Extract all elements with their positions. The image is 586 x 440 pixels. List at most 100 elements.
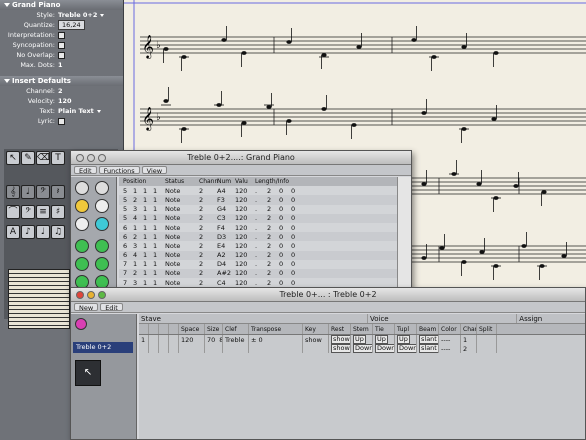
event-list-body[interactable]: 5 1 1 1 Note 2 A4 120. 2 0 0 5 2 1 1 Note 2 F3 120. 2 0 0 5 3 1 1… (119, 186, 397, 288)
table-cell[interactable]: 0 (291, 260, 303, 268)
table-cell[interactable]: 1 (153, 242, 165, 250)
table-cell[interactable]: 1 (153, 269, 165, 277)
column-header[interactable] (169, 324, 179, 334)
table-row[interactable]: 5 4 1 1 Note 2 C3 120. 2 0 0 (119, 214, 397, 223)
space-value[interactable]: 120 (181, 336, 193, 344)
table-row[interactable]: 7 3 1 1 Note 2 C4 120. 2 0 0 (119, 278, 397, 288)
table-cell[interactable]: 2 (267, 279, 279, 287)
table-cell[interactable]: A2 (217, 251, 235, 259)
table-cell[interactable]: 3 (133, 242, 143, 250)
table-cell[interactable]: E4 (217, 242, 235, 250)
disclosure-triangle-icon[interactable] (4, 3, 10, 7)
table-cell[interactable]: . (255, 196, 267, 204)
table-cell[interactable]: 2 (461, 344, 477, 353)
table-cell[interactable]: 2 (267, 269, 279, 277)
table-cell[interactable]: 2 (267, 251, 279, 259)
table-cell[interactable]: 1 (461, 335, 477, 344)
table-cell[interactable]: 0 (291, 187, 303, 195)
column-header[interactable] (159, 324, 169, 334)
table-cell[interactable]: Note (165, 251, 199, 259)
table-cell[interactable]: . (255, 214, 267, 222)
staff-symbols-palette[interactable] (8, 269, 70, 329)
table-cell[interactable]: 4 (133, 251, 143, 259)
table-cell[interactable] (477, 335, 497, 344)
link-icon[interactable] (75, 217, 89, 231)
table-cell[interactable]: 1 (153, 224, 165, 232)
tie-value[interactable]: Down (375, 344, 394, 353)
table-cell[interactable]: 6 (123, 233, 133, 241)
stem-value[interactable]: Up (353, 335, 366, 344)
table-cell[interactable]: 1 (143, 214, 153, 222)
table-cell[interactable]: 0 (291, 279, 303, 287)
table-cell[interactable]: 0 (279, 260, 291, 268)
table-row[interactable]: 5 2 1 1 Note 2 F3 120. 2 0 0 (119, 195, 397, 204)
table-cell[interactable]: D4 (217, 260, 235, 268)
dropdown-arrow-icon[interactable] (96, 109, 101, 113)
edit-menu[interactable]: Edit (74, 166, 97, 175)
table-cell[interactable]: 120 (235, 260, 255, 268)
table-cell[interactable]: 0 (291, 233, 303, 241)
table-cell[interactable]: 2 (267, 187, 279, 195)
chan-value[interactable]: 2 (463, 345, 467, 353)
table-cell[interactable]: 2 (199, 233, 217, 241)
table-cell[interactable]: ± 0 (249, 335, 303, 344)
table-cell[interactable]: 5 (123, 187, 133, 195)
table-cell[interactable]: slant (417, 344, 439, 353)
beam-value[interactable]: slant (419, 344, 438, 353)
pitchbend-events-icon[interactable] (95, 257, 109, 271)
table-cell[interactable]: 2 (199, 214, 217, 222)
controller-events-icon[interactable] (95, 239, 109, 253)
table-cell[interactable]: 120 (235, 196, 255, 204)
table-row[interactable]: 5 1 1 1 Note 2 A4 120. 2 0 0 (119, 186, 397, 196)
table-cell[interactable]: 1 (153, 279, 165, 287)
info-icon[interactable] (95, 181, 109, 195)
table-cell[interactable]: 2 (199, 196, 217, 204)
table-cell[interactable]: Down (373, 344, 395, 353)
table-cell[interactable]: 2 (267, 224, 279, 232)
table-cell[interactable]: 120 (235, 269, 255, 277)
style-color-icon[interactable] (75, 318, 87, 330)
channel-value[interactable]: 2 (58, 87, 63, 95)
table-cell[interactable]: 1 (143, 205, 153, 213)
table-cell[interactable]: 120 (235, 279, 255, 287)
table-cell[interactable]: 0 (279, 187, 291, 195)
column-header[interactable]: Length/Info (255, 178, 289, 185)
table-cell[interactable]: 1 (153, 196, 165, 204)
key-value[interactable]: show (305, 336, 322, 344)
column-header[interactable]: Space (179, 324, 205, 334)
table-cell[interactable]: 0 (279, 196, 291, 204)
size-value[interactable]: 70 (207, 336, 215, 344)
table-cell[interactable]: 6 (123, 242, 133, 250)
staff-style-body[interactable]: 1120708Treble± 0showshowUpUpUpslant----1… (139, 335, 585, 353)
table-cell[interactable] (223, 344, 249, 353)
table-cell[interactable]: ---- (439, 344, 461, 353)
column-header[interactable]: Size (205, 324, 223, 334)
table-cell[interactable]: 0 (291, 251, 303, 259)
table-cell[interactable]: 2 (199, 187, 217, 195)
insert-defaults-header[interactable]: Insert Defaults (0, 76, 123, 86)
eighth-note-icon[interactable]: ♪ (21, 225, 35, 239)
table-cell[interactable] (249, 344, 303, 353)
event-list-table[interactable]: Position Status Chann Num Valu Length/Info 51… (119, 177, 397, 299)
table-cell[interactable]: 0 (279, 269, 291, 277)
table-cell[interactable]: 2 (133, 269, 143, 277)
text-style-value[interactable]: Plain Text (58, 107, 94, 115)
table-cell[interactable]: 0 (291, 242, 303, 250)
table-row[interactable]: 7 1 1 1 Note 2 D4 120. 2 0 0 (119, 259, 397, 269)
bass-clef-icon[interactable]: 𝄢 (36, 185, 50, 199)
beam-value[interactable]: slant (419, 335, 438, 344)
column-header[interactable]: Position (123, 178, 165, 185)
table-cell[interactable] (149, 344, 159, 353)
text-palette-icon[interactable]: A (6, 225, 20, 239)
table-cell[interactable]: 0 (291, 269, 303, 277)
table-cell[interactable] (477, 344, 497, 353)
column-header[interactable]: Chann (199, 178, 218, 185)
table-cell[interactable]: ---- (439, 335, 461, 344)
table-row[interactable]: 6 1 1 1 Note 2 F4 120. 2 0 0 (119, 222, 397, 233)
table-cell[interactable]: . (255, 269, 267, 277)
column-header[interactable]: Chan (461, 324, 477, 334)
tie-value[interactable]: Up (375, 335, 388, 344)
table-cell[interactable]: 2 (199, 224, 217, 232)
table-cell[interactable]: show (329, 344, 351, 353)
functions-menu[interactable]: Functions (98, 166, 140, 175)
